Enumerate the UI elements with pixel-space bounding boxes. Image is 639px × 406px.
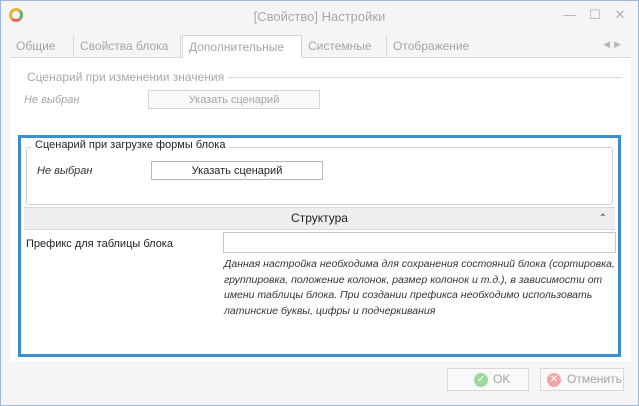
cancel-label: Отменить [567,372,622,386]
ok-button[interactable]: ✓ OK [447,368,529,391]
prefix-input[interactable] [223,232,616,253]
highlight-frame: Сценарий при загрузке формы блока Не выб… [18,135,621,357]
close-icon[interactable]: ✕ [611,7,629,23]
tab-scroll-arrows-icon[interactable]: ◀▶ [603,39,625,50]
structure-section-header[interactable]: Структура ⌃ [24,207,615,230]
load-scenario-button[interactable]: Указать сценарий [151,161,323,180]
prefix-help-text: Данная настройка необходима для сохранен… [224,258,615,317]
load-scenario-legend: Сценарий при загрузке формы блока [31,139,230,151]
change-scenario-button[interactable]: Указать сценарий [148,90,320,109]
load-scenario-group: Сценарий при загрузке формы блока Не выб… [26,139,613,205]
tab-bar: Общие Свойства блока Дополнительные Сист… [10,35,631,58]
change-scenario-group: Сценарий при изменении значения [23,70,622,138]
minimize-icon[interactable]: — [561,7,579,23]
tab-additional[interactable]: Дополнительные [182,35,302,58]
settings-window: [Свойство] Настройки — ☐ ✕ Общие Свойств… [0,0,639,406]
prefix-label: Префикс для таблицы блока [26,238,173,250]
tab-block-properties[interactable]: Свойства блока [74,35,181,57]
structure-heading: Структура [291,211,348,225]
cancel-button[interactable]: ✕ Отменить [540,368,624,391]
collapse-chevrons-icon[interactable]: ⌃ [599,208,607,229]
tab-general[interactable]: Общие [10,35,74,57]
check-icon: ✓ [474,373,488,387]
tab-system[interactable]: Системные [302,35,387,57]
load-scenario-status: Не выбран [37,165,93,177]
cancel-icon: ✕ [547,373,561,387]
change-scenario-status: Не выбран [24,94,80,106]
change-scenario-legend: Сценарий при изменении значения [23,70,229,84]
ok-label: OK [493,372,511,386]
tab-display[interactable]: Отображение [387,35,482,57]
window-title: [Свойство] Настройки [253,9,386,24]
title-bar: [Свойство] Настройки — ☐ ✕ [1,1,638,31]
maximize-icon[interactable]: ☐ [586,7,604,23]
